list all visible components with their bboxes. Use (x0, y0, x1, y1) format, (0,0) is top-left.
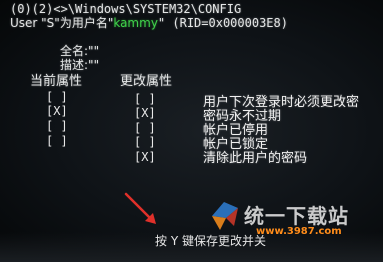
flag-changed-3: [ ] (134, 135, 156, 149)
username: kammy (113, 16, 158, 30)
current-attributes-label: 当前属性 (30, 74, 83, 89)
description-label: 描述:"" (60, 58, 100, 72)
flag-current-2: [ ] (46, 119, 68, 133)
full-name-line: 全名:"" (60, 44, 99, 58)
user-prefix: User "S"为用户名" (10, 16, 114, 30)
flag-current-3: [ ] (46, 134, 68, 148)
watermark-url: www.3987.com (256, 226, 342, 237)
flag-current-1: [X] (46, 104, 68, 118)
path-line: (0)(2)<>\Windows\SYSTEM32\CONFIG (10, 2, 241, 16)
flag-changed-4: [X] (134, 150, 156, 164)
changed-attributes-header: 更改属性 (120, 75, 172, 89)
flag-label-3: 帐户已锁定 (203, 137, 269, 152)
user-line: User "S"为用户名"kammy" (RID=0x000003E8) (10, 16, 288, 30)
current-attributes-header: 当前属性 (30, 75, 82, 89)
console-screen: (0)(2)<>\Windows\SYSTEM32\CONFIG User "S… (0, 0, 383, 262)
flag-current-0: [ ] (46, 90, 68, 104)
user-rid: " (RID=0x000003E8) (157, 16, 288, 30)
full-name-label: 全名:"" (60, 44, 100, 58)
path-text: (0)(2)<>\Windows\SYSTEM32\CONFIG (10, 2, 242, 16)
flag-label-4: 清除此用户的密码 (203, 151, 308, 166)
changed-attributes-label: 更改属性 (120, 74, 173, 89)
flag-label-0: 用户下次登录时必须更改密 (203, 95, 360, 110)
flag-changed-2: [ ] (134, 121, 156, 135)
flag-label-1: 密码永不过期 (203, 109, 282, 124)
watermark-text: 统一下载站 (244, 204, 349, 228)
flag-changed-0: [ ] (134, 92, 156, 106)
description-line: 描述:"" (60, 58, 99, 72)
flag-label-2: 帐户已停用 (203, 123, 269, 138)
watermark-logo-icon (212, 202, 238, 230)
flag-changed-1: [X] (134, 106, 156, 120)
red-arrow-icon (124, 192, 156, 224)
site-watermark: 统一下载站 www.3987.com (208, 196, 380, 242)
